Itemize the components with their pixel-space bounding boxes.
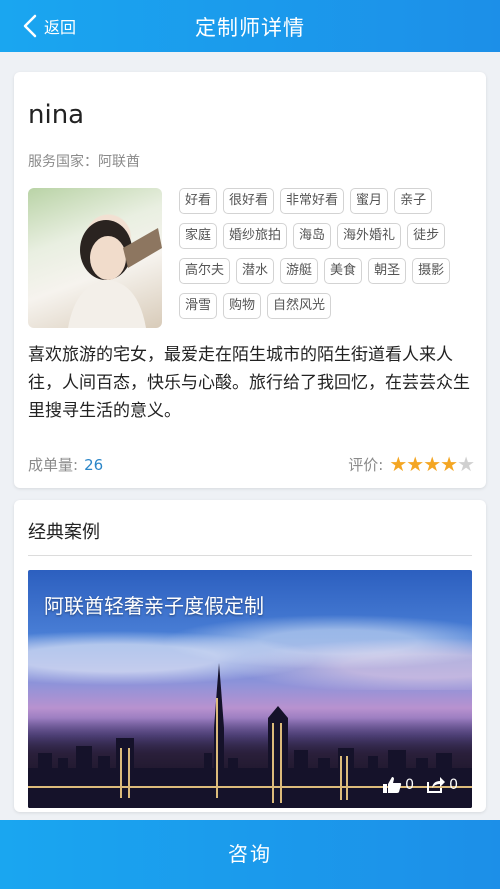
top-nav-bar: 返回 定制师详情 bbox=[0, 0, 500, 52]
tag-chip: 摄影 bbox=[412, 258, 451, 284]
tag-chip: 海外婚礼 bbox=[337, 223, 402, 249]
tag-chip: 自然风光 bbox=[267, 293, 332, 319]
tag-chip: 很好看 bbox=[223, 188, 275, 214]
thumbs-up-icon bbox=[383, 777, 402, 793]
consult-button[interactable]: 咨询 bbox=[0, 820, 500, 889]
case-stats: 0 0 bbox=[370, 776, 458, 794]
star-filled-icon: ★ bbox=[440, 452, 458, 476]
tag-chip: 购物 bbox=[223, 293, 262, 319]
tag-chip: 海岛 bbox=[293, 223, 332, 249]
tag-chip: 家庭 bbox=[179, 223, 218, 249]
service-country: 服务国家：阿联酋 bbox=[28, 154, 140, 170]
case-title: 阿联酋轻奢亲子度假定制 bbox=[44, 594, 264, 618]
like-button[interactable]: 0 bbox=[382, 776, 414, 794]
tag-chip: 好看 bbox=[179, 188, 218, 214]
avatar-photo bbox=[68, 220, 162, 328]
orders-label: 成单量: bbox=[28, 456, 79, 474]
cases-card: 经典案例 阿联酋轻奢亲子度假定制 0 0 bbox=[14, 500, 486, 812]
profile-card: nina 服务国家：阿联酋 好看 很好看 非常好看 蜜月 亲子家庭 婚纱旅拍 海岛 海外婚礼徒… bbox=[14, 72, 486, 488]
avatar bbox=[28, 188, 162, 328]
share-button[interactable]: 0 bbox=[426, 776, 458, 794]
tag-list: 好看 很好看 非常好看 蜜月 亲子家庭 婚纱旅拍 海岛 海外婚礼 徒步高尔夫 潜水 游艇 美食 朝圣 摄影… bbox=[179, 188, 474, 328]
orders-count: 成单量: 26 bbox=[28, 454, 103, 475]
tag-chip: 滑雪 bbox=[179, 293, 218, 319]
star-filled-icon: ★ bbox=[389, 452, 407, 476]
page-title: 定制师详情 bbox=[195, 16, 305, 40]
divider bbox=[28, 555, 472, 556]
tag-chip: 潜水 bbox=[236, 258, 275, 284]
star-filled-icon: ★ bbox=[406, 452, 424, 476]
tag-chip: 高尔夫 bbox=[179, 258, 231, 284]
share-count: 0 bbox=[449, 777, 458, 793]
tag-chip: 婚纱旅拍 bbox=[223, 223, 288, 249]
case-item[interactable]: 阿联酋轻奢亲子度假定制 0 0 bbox=[28, 570, 472, 808]
bio-text: 喜欢旅游的宅女，最爱走在陌生城市的陌生街道看人来人往，人间百态，快乐与心酸。旅行… bbox=[28, 345, 470, 421]
share-icon bbox=[427, 777, 446, 793]
rating-stars: ★★★★★ bbox=[389, 452, 475, 476]
rating: 评价: ★★★★★ bbox=[348, 452, 475, 476]
tag-chip: 亲子 bbox=[394, 188, 433, 214]
orders-value: 26 bbox=[84, 456, 104, 474]
planner-name: nina bbox=[28, 100, 85, 130]
rating-label: 评价: bbox=[348, 455, 384, 474]
tag-chip: 朝圣 bbox=[368, 258, 407, 284]
star-filled-icon: ★ bbox=[423, 452, 441, 476]
tag-chip: 游艇 bbox=[280, 258, 319, 284]
like-count: 0 bbox=[405, 777, 415, 793]
tag-chip: 非常好看 bbox=[280, 188, 345, 214]
tag-chip: 美食 bbox=[324, 258, 363, 284]
section-title: 经典案例 bbox=[28, 522, 100, 543]
star-empty-icon: ★ bbox=[457, 452, 475, 476]
tag-chip: 蜜月 bbox=[350, 188, 389, 214]
tag-chip: 徒步 bbox=[407, 223, 446, 249]
